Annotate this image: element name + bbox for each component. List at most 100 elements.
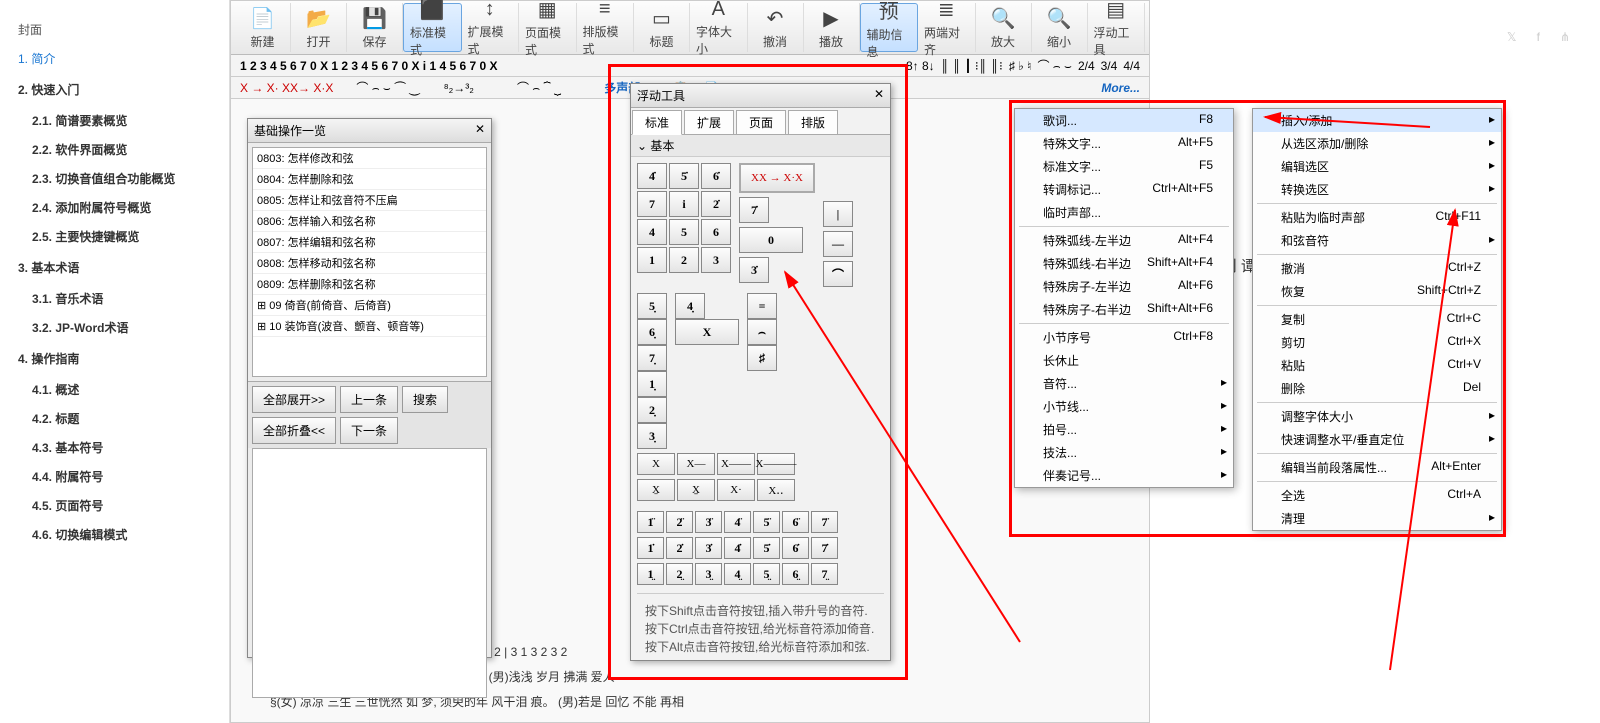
nav-terms[interactable]: 3. 基本术语 — [18, 251, 229, 284]
expand-all-button[interactable]: 全部展开>> — [252, 386, 336, 413]
toolbar-10[interactable]: ▶播放 — [804, 3, 860, 52]
key-x[interactable]: X — [675, 319, 739, 345]
key-7[interactable]: 7 — [637, 191, 667, 217]
key-sharp[interactable]: ♯ — [747, 345, 777, 371]
ll1[interactable]: 1̤ — [637, 563, 664, 585]
key-xx[interactable]: XX → X·X — [739, 163, 815, 193]
key-bar[interactable]: | — [823, 201, 853, 227]
toolbar-0[interactable]: 📄新建 — [235, 3, 291, 52]
ll4[interactable]: 4̤ — [724, 563, 751, 585]
toolbar-14[interactable]: 🔍缩小 — [1032, 3, 1088, 52]
key-0[interactable]: 0 — [739, 227, 803, 253]
tab-standard[interactable]: 标准 — [632, 110, 682, 135]
help-item-8[interactable]: ⊞ 10 装饰音(波音、颤音、顿音等) — [253, 316, 486, 337]
close-icon[interactable]: ✕ — [874, 87, 884, 104]
help-list[interactable]: 0803: 怎样修改和弦0804: 怎样删除和弦0805: 怎样让和弦音符不压扁… — [252, 147, 487, 377]
ll3[interactable]: 3̤ — [695, 563, 722, 585]
nav-4-3[interactable]: 4.3. 基本符号 — [18, 433, 229, 462]
collapse-all-button[interactable]: 全部折叠<< — [252, 417, 336, 444]
nav-guide[interactable]: 4. 操作指南 — [18, 342, 229, 375]
key-l3[interactable]: 3̣ — [637, 423, 667, 449]
search-button[interactable]: 搜索 — [402, 386, 448, 413]
ll2[interactable]: 2̤ — [666, 563, 693, 585]
menu2-item-22[interactable]: 清理 — [1253, 507, 1501, 530]
key-l1[interactable]: 1̣ — [637, 371, 667, 397]
nav-3-1[interactable]: 3.1. 音乐术语 — [18, 284, 229, 313]
key-dash[interactable]: — — [823, 231, 853, 257]
menu2-item-1[interactable]: 从选区添加/删除 — [1253, 132, 1501, 155]
key-5[interactable]: 5 — [669, 219, 699, 245]
key-l4[interactable]: 4̣ — [675, 293, 705, 319]
nav-4-4[interactable]: 4.4. 附属符号 — [18, 462, 229, 491]
nav-intro[interactable]: 1. 简介 — [18, 44, 229, 73]
key-5h[interactable]: 5̇ — [669, 163, 699, 189]
help-item-5[interactable]: 0808: 怎样移动和弦名称 — [253, 253, 486, 274]
key-7h[interactable]: 7̇ — [739, 197, 769, 223]
key-2h[interactable]: 2̇ — [701, 191, 731, 217]
help-title[interactable]: 基础操作一览 ✕ — [248, 119, 491, 143]
nav-2-1[interactable]: 2.1. 简谱要素概览 — [18, 106, 229, 135]
tab-extend[interactable]: 扩展 — [684, 110, 734, 134]
menu2-item-8[interactable]: 撤消Ctrl+Z — [1253, 257, 1501, 280]
toolbar-3[interactable]: ⬛标准模式 — [403, 3, 462, 52]
facebook-icon[interactable]: f — [1537, 30, 1540, 44]
nav-2-2[interactable]: 2.2. 软件界面概览 — [18, 135, 229, 164]
hh3[interactable]: 3̈ — [695, 511, 722, 533]
menu1-item-1[interactable]: 特殊文字...Alt+F5 — [1015, 132, 1233, 155]
menu1-item-4[interactable]: 临时声部... — [1015, 201, 1233, 224]
tab-page[interactable]: 页面 — [736, 110, 786, 134]
h2[interactable]: 2̇ — [666, 537, 693, 559]
nav-cover[interactable]: 封面 — [18, 15, 229, 44]
share-icon[interactable]: ⋔ — [1560, 30, 1570, 44]
toolbar-4[interactable]: ↕扩展模式 — [462, 3, 520, 52]
menu2-item-11[interactable]: 复制Ctrl+C — [1253, 308, 1501, 331]
menu1-item-12[interactable]: 长休止 — [1015, 349, 1233, 372]
help-item-4[interactable]: 0807: 怎样编辑和弦名称 — [253, 232, 486, 253]
key-2[interactable]: 2 — [669, 247, 699, 273]
key-3[interactable]: 3 — [701, 247, 731, 273]
help-item-0[interactable]: 0803: 怎样修改和弦 — [253, 148, 486, 169]
menu1-item-3[interactable]: 转调标记...Ctrl+Alt+F5 — [1015, 178, 1233, 201]
menu1-item-9[interactable]: 特殊房子-右半边Shift+Alt+F6 — [1015, 298, 1233, 321]
h6[interactable]: 6̇ — [782, 537, 809, 559]
key-1h[interactable]: i — [669, 191, 699, 217]
menu1-item-7[interactable]: 特殊弧线-右半边Shift+Alt+F4 — [1015, 252, 1233, 275]
mod-xdd[interactable]: X―― — [717, 453, 755, 475]
mod-xddot[interactable]: X‥ — [757, 479, 795, 501]
nav-2-4[interactable]: 2.4. 添加附属符号概览 — [18, 193, 229, 222]
nav-4-6[interactable]: 4.6. 切换编辑模式 — [18, 520, 229, 549]
mod-xdot[interactable]: X· — [717, 479, 755, 501]
hh5[interactable]: 5̈ — [753, 511, 780, 533]
tab-layout[interactable]: 排版 — [788, 110, 838, 134]
toolbar-11[interactable]: 预辅助信息 — [860, 3, 919, 52]
mod-xuu[interactable]: X̱̱ — [677, 479, 715, 501]
hh7[interactable]: 7̈ — [811, 511, 838, 533]
menu1-item-15[interactable]: 拍号... — [1015, 418, 1233, 441]
menu1-item-13[interactable]: 音符... — [1015, 372, 1233, 395]
twitter-icon[interactable]: 𝕏 — [1507, 30, 1517, 44]
key-6h[interactable]: 6̇ — [701, 163, 731, 189]
hh2[interactable]: 2̈ — [666, 511, 693, 533]
toolbar-9[interactable]: ↶撤消 — [748, 3, 804, 52]
key-4h[interactable]: 4̇ — [637, 163, 667, 189]
key-3h[interactable]: 3̇ — [739, 257, 769, 283]
menu2-item-5[interactable]: 粘贴为临时声部Ctrl+F11 — [1253, 206, 1501, 229]
h3[interactable]: 3̇ — [695, 537, 722, 559]
menu1-item-16[interactable]: 技法... — [1015, 441, 1233, 464]
menu1-item-0[interactable]: 歌词...F8 — [1015, 109, 1233, 132]
menu2-item-21[interactable]: 全选Ctrl+A — [1253, 484, 1501, 507]
key-l6[interactable]: 6̣ — [637, 319, 667, 345]
nav-4-2[interactable]: 4.2. 标题 — [18, 404, 229, 433]
help-item-1[interactable]: 0804: 怎样删除和弦 — [253, 169, 486, 190]
mod-xd[interactable]: X― — [677, 453, 715, 475]
h5[interactable]: 5̇ — [753, 537, 780, 559]
nav-2-5[interactable]: 2.5. 主要快捷键概览 — [18, 222, 229, 251]
toolbar-15[interactable]: ▤浮动工具 — [1088, 3, 1146, 52]
nav-4-1[interactable]: 4.1. 概述 — [18, 375, 229, 404]
ll6[interactable]: 6̤ — [782, 563, 809, 585]
key-l5[interactable]: 5̣ — [637, 293, 667, 319]
hh4[interactable]: 4̈ — [724, 511, 751, 533]
key-eq[interactable]: = — [747, 293, 777, 319]
next-button[interactable]: 下一条 — [340, 417, 398, 444]
toolbar-13[interactable]: 🔍放大 — [976, 3, 1032, 52]
